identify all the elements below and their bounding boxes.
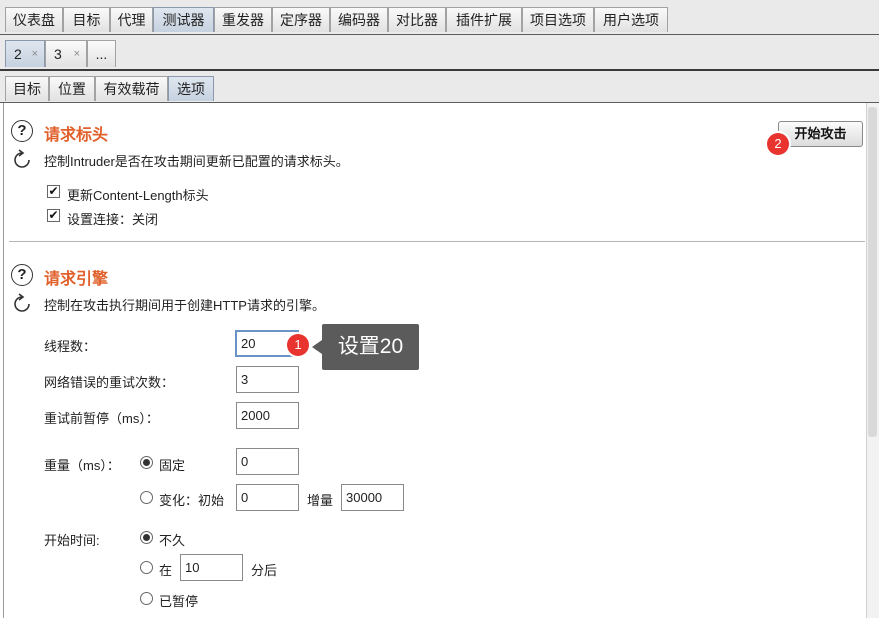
- start-in-minutes-input[interactable]: [180, 554, 243, 581]
- annotation-tooltip: 设置20: [322, 324, 419, 370]
- start-immediately-label: 不久: [159, 533, 186, 548]
- retries-label: 网络错误的重试次数：: [44, 375, 175, 390]
- start-paused-radio[interactable]: [140, 592, 153, 605]
- subtab-target[interactable]: 目标: [5, 76, 49, 101]
- sub-tab-bar: 目标 位置 有效载荷 选项: [0, 71, 879, 103]
- tab-proxy[interactable]: 代理: [110, 7, 153, 32]
- close-icon[interactable]: ×: [74, 41, 80, 68]
- intruder-tab-label: 3: [54, 46, 62, 62]
- step-2-badge: 2: [767, 133, 789, 155]
- set-connection-close-checkbox[interactable]: ✔: [47, 209, 60, 222]
- tab-sequencer[interactable]: 定序器: [272, 7, 330, 32]
- panel-border: [3, 103, 4, 618]
- update-content-length-label: 更新Content-Length标头: [67, 188, 209, 203]
- tab-user-options[interactable]: 用户选项: [594, 7, 668, 32]
- tab-comparer[interactable]: 对比器: [388, 7, 446, 32]
- throttle-fixed-label: 固定: [159, 458, 186, 473]
- throttle-label: 重量（ms）：: [44, 458, 120, 473]
- subtab-positions[interactable]: 位置: [49, 76, 95, 101]
- intruder-tab-bar: 2 × 3 × ...: [0, 35, 879, 71]
- start-attack-button[interactable]: 开始攻击: [778, 121, 863, 147]
- pause-label: 重试前暂停（ms）：: [44, 411, 159, 426]
- tab-dashboard[interactable]: 仪表盘: [5, 7, 63, 32]
- start-paused-label: 已暂停: [159, 594, 199, 609]
- throttle-variable-radio[interactable]: [140, 491, 153, 504]
- new-tab-button[interactable]: ...: [87, 40, 116, 67]
- throttle-fixed-input[interactable]: [236, 448, 299, 475]
- start-in-label: 在: [159, 563, 173, 578]
- intruder-tab-label: 2: [14, 46, 22, 62]
- tab-decoder[interactable]: 编码器: [330, 7, 388, 32]
- tab-intruder[interactable]: 测试器: [153, 7, 214, 32]
- request-headers-title: 请求标头: [44, 127, 109, 144]
- throttle-initial-input[interactable]: [236, 484, 299, 511]
- tab-project-options[interactable]: 项目选项: [522, 7, 594, 32]
- request-engine-title: 请求引擎: [44, 271, 109, 288]
- tooltip-arrow: [312, 340, 322, 354]
- intruder-tab-2[interactable]: 2 ×: [5, 40, 45, 67]
- throttle-fixed-radio[interactable]: [140, 456, 153, 469]
- pause-input[interactable]: [236, 402, 299, 429]
- scrollbar-thumb[interactable]: [868, 107, 877, 437]
- tab-repeater[interactable]: 重发器: [214, 7, 272, 32]
- update-content-length-checkbox[interactable]: ✔: [47, 185, 60, 198]
- start-in-suffix: 分后: [251, 563, 278, 578]
- threads-label: 线程数：: [44, 339, 97, 354]
- start-in-radio[interactable]: [140, 561, 153, 574]
- request-headers-description: 控制Intruder是否在攻击期间更新已配置的请求标头。: [44, 154, 349, 169]
- set-connection-close-label: 设置连接：关闭: [67, 212, 159, 227]
- help-icon[interactable]: ?: [11, 120, 33, 142]
- throttle-increment-input[interactable]: [341, 484, 404, 511]
- subtab-options[interactable]: 选项: [168, 76, 214, 101]
- top-tab-bar: 仪表盘 目标 代理 测试器 重发器 定序器 编码器 对比器 插件扩展 项目选项 …: [0, 0, 879, 35]
- start-time-label: 开始时间:: [44, 533, 100, 548]
- tab-target[interactable]: 目标: [63, 7, 110, 32]
- refresh-icon[interactable]: [11, 149, 33, 171]
- close-icon[interactable]: ×: [32, 41, 38, 68]
- help-icon[interactable]: ?: [11, 264, 33, 286]
- section-divider: [9, 241, 865, 242]
- refresh-icon[interactable]: [11, 293, 33, 315]
- step-1-badge: 1: [287, 334, 309, 356]
- intruder-tab-3[interactable]: 3 ×: [45, 40, 87, 67]
- retries-input[interactable]: [236, 366, 299, 393]
- request-engine-description: 控制在攻击执行期间用于创建HTTP请求的引擎。: [44, 298, 325, 313]
- subtab-payloads[interactable]: 有效载荷: [95, 76, 168, 101]
- tab-extender[interactable]: 插件扩展: [446, 7, 522, 32]
- throttle-increment-label: 增量: [307, 493, 334, 508]
- start-immediately-radio[interactable]: [140, 531, 153, 544]
- throttle-variable-label: 变化：初始: [159, 493, 225, 508]
